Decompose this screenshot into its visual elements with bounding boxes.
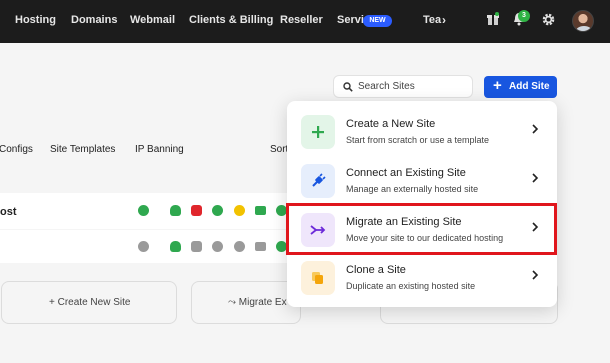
menu-item-title: Connect an Existing Site — [346, 167, 466, 179]
nav-teams-truncated[interactable]: Tea — [423, 14, 441, 26]
search-sites-input[interactable]: Search Sites — [333, 75, 473, 98]
shield-icon — [191, 205, 202, 216]
menu-item-clone-site[interactable]: Clone a Site Duplicate an existing hoste… — [287, 253, 557, 301]
shield-icon — [191, 241, 202, 252]
chevron-right-icon — [532, 124, 539, 134]
cloud-icon — [170, 241, 181, 252]
database-icon — [234, 241, 245, 252]
tab-ip-banning[interactable]: IP Banning — [135, 144, 184, 155]
create-new-site-card-label: + Create New Site — [49, 297, 130, 308]
plus-icon: + — [493, 77, 502, 94]
cloud-icon — [170, 205, 181, 216]
nav-clients-billing[interactable]: Clients & Billing — [189, 14, 273, 26]
menu-item-connect-existing-site[interactable]: Connect an Existing Site Manage an exter… — [287, 156, 557, 204]
chevron-right-icon — [532, 173, 539, 183]
wordpress-status-icon — [138, 241, 149, 252]
top-navigation-bar: Hosting Domains Webmail Clients & Billin… — [0, 0, 610, 43]
add-site-button[interactable]: + Add Site — [484, 76, 557, 98]
menu-item-create-new-site[interactable]: Create a New Site Start from scratch or … — [287, 107, 557, 155]
bolt-icon — [212, 205, 223, 216]
menu-item-subtitle: Manage an externally hosted site — [346, 184, 479, 194]
gear-icon[interactable] — [542, 13, 555, 31]
tab-configs[interactable]: Configs — [0, 144, 33, 155]
nav-scroll-right-icon[interactable]: › — [442, 13, 446, 27]
chevron-right-icon — [532, 270, 539, 280]
wordpress-status-icon — [138, 205, 149, 216]
menu-item-title: Create a New Site — [346, 118, 436, 130]
gift-icon[interactable] — [487, 12, 499, 31]
menu-item-subtitle: Start from scratch or use a template — [346, 135, 490, 145]
nav-hosting[interactable]: Hosting — [15, 14, 56, 26]
create-new-site-text: Create New Site — [57, 297, 131, 308]
menu-item-title: Clone a Site — [346, 264, 406, 276]
tab-site-templates[interactable]: Site Templates — [50, 144, 115, 155]
search-icon — [343, 82, 353, 92]
menu-item-subtitle: Duplicate an existing hosted site — [346, 281, 476, 291]
nav-webmail[interactable]: Webmail — [130, 14, 175, 26]
server-icon — [255, 206, 266, 215]
plus-icon — [301, 115, 335, 149]
plus-icon: + — [49, 297, 58, 308]
new-badge: NEW — [363, 15, 392, 27]
database-icon — [234, 205, 245, 216]
server-icon — [255, 242, 266, 251]
nav-domains[interactable]: Domains — [71, 14, 117, 26]
migrate-card-label: ⤳ Migrate Ex — [228, 297, 287, 308]
tab-sort[interactable]: Sort — [270, 144, 288, 155]
migrate-card-text: Migrate Ex — [238, 297, 287, 308]
migrate-highlight-box — [286, 203, 557, 255]
site-row[interactable] — [0, 230, 290, 263]
user-avatar[interactable] — [572, 10, 594, 32]
nav-reseller[interactable]: Reseller — [280, 14, 323, 26]
migrate-existing-site-card[interactable]: ⤳ Migrate Ex — [191, 281, 301, 324]
create-new-site-card[interactable]: + Create New Site — [1, 281, 177, 324]
plug-icon — [301, 164, 335, 198]
add-site-label: Add Site — [509, 81, 550, 92]
bolt-icon — [212, 241, 223, 252]
search-placeholder: Search Sites — [358, 81, 415, 92]
site-row[interactable]: ost — [0, 193, 290, 229]
copy-icon — [301, 261, 335, 295]
migrate-icon: ⤳ — [228, 297, 239, 308]
notification-count-badge: 3 — [518, 10, 530, 22]
site-name[interactable]: ost — [0, 206, 17, 218]
